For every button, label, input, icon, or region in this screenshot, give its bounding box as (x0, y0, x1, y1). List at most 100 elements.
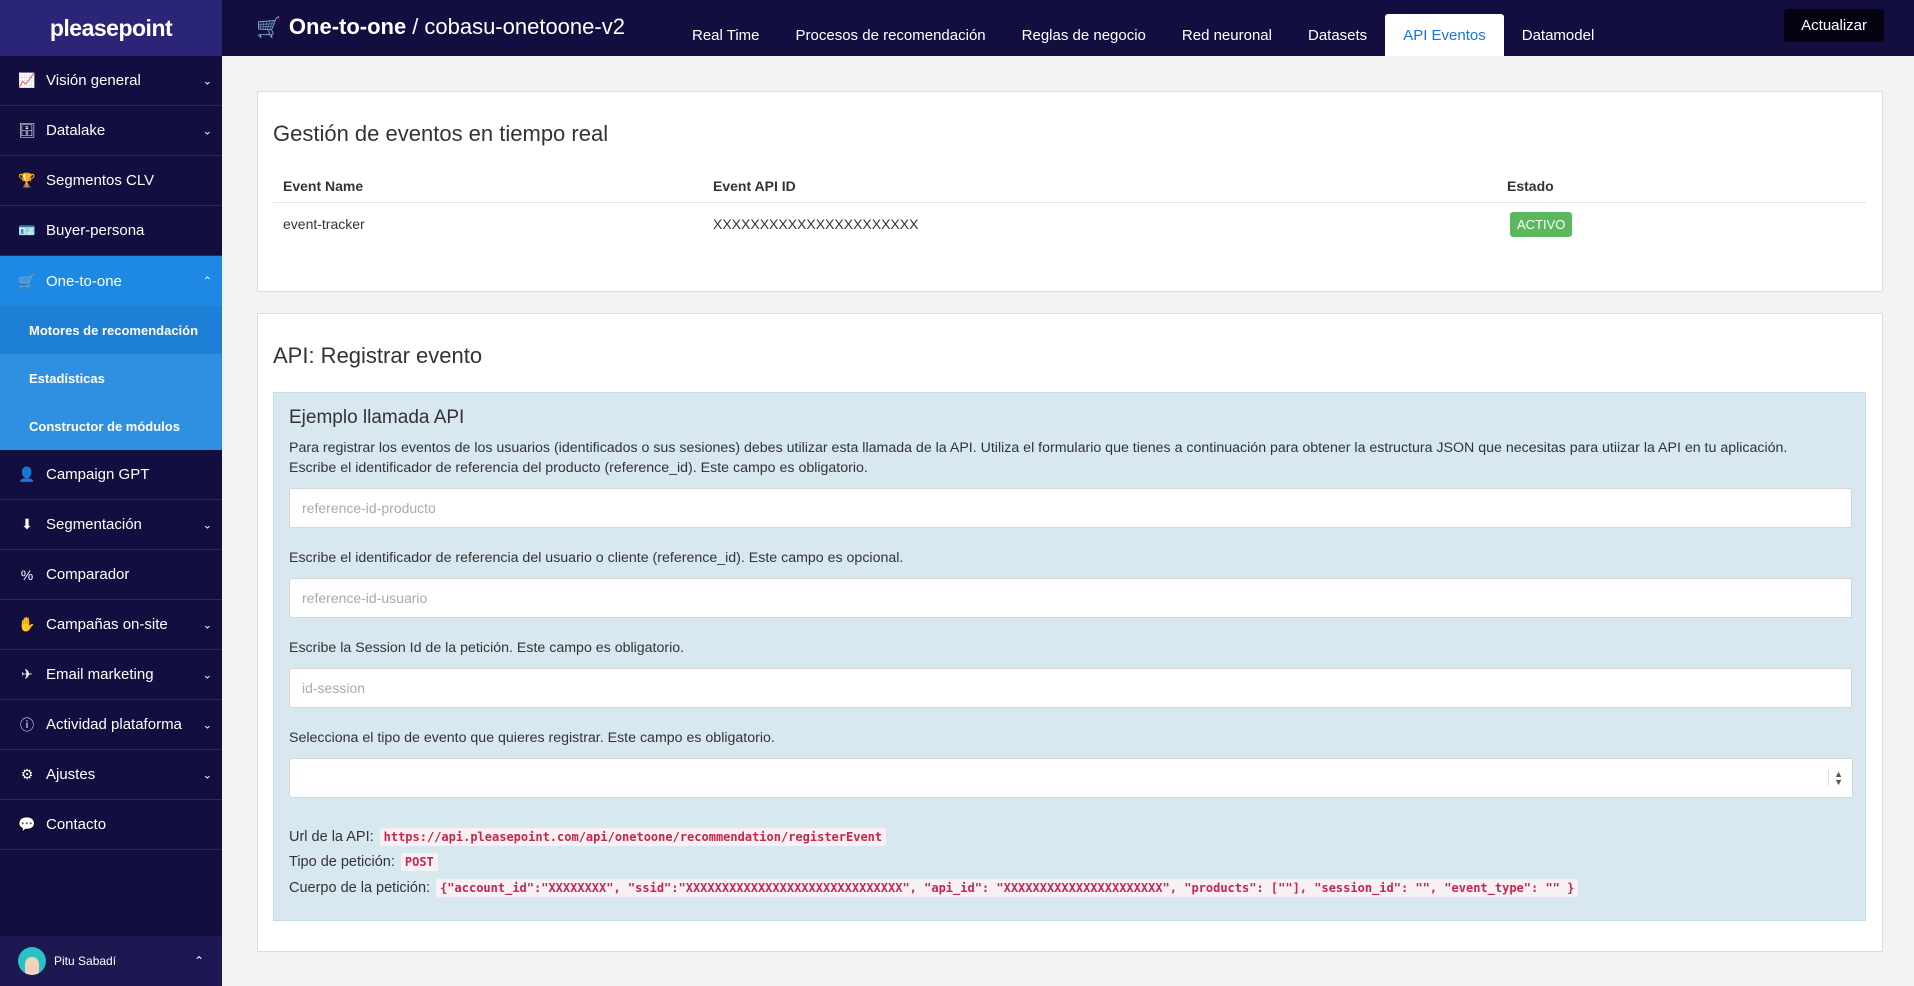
title-separator: / (412, 14, 419, 39)
page-title-project: cobasu-onetoone-v2 (424, 14, 625, 39)
register-event-panel: API: Registrar evento Ejemplo llamada AP… (257, 313, 1883, 952)
sidebar-subitem-constructor[interactable]: Constructor de módulos (0, 402, 222, 450)
sidebar-item-datalake[interactable]: 🗄 Datalake ⌄ (0, 106, 222, 156)
sidebar-subitem-estadisticas[interactable]: Estadísticas (0, 354, 222, 402)
chevron-down-icon: ⌄ (202, 75, 212, 87)
column-header: Event API ID (703, 170, 1497, 203)
chat-icon: 💬 (18, 816, 36, 832)
trophy-icon: 🏆 (18, 172, 36, 188)
page-title: 🛒 One-to-one / cobasu-onetoone-v2 (256, 14, 625, 40)
sidebar-item-campanas-on-site[interactable]: ✋ Campañas on-site ⌄ (0, 600, 222, 650)
sidebar: pleasepoint 📈 Visión general ⌄ 🗄 Datalak… (0, 0, 222, 986)
api-body-label: Cuerpo de la petición: (289, 880, 431, 896)
select-arrows-icon: ▲ ▼ (1828, 770, 1843, 787)
sidebar-item-ajustes[interactable]: ⚙ Ajustes ⌄ (0, 750, 222, 800)
api-body-value: {"account_id":"XXXXXXXX", "ssid":"XXXXXX… (436, 879, 1579, 897)
user-field-label: Escribe el identificador de referencia d… (289, 550, 904, 566)
events-panel: Gestión de eventos en tiempo real Event … (257, 91, 1883, 292)
sidebar-item-buyer-persona[interactable]: 🪪 Buyer-persona (0, 206, 222, 256)
intro-text: Para registrar los eventos de los usuari… (289, 440, 1788, 456)
column-header: Estado (1497, 170, 1866, 203)
sidebar-item-label: Segmentación (46, 516, 142, 533)
chevron-down-icon: ⌄ (202, 125, 212, 137)
api-method-label: Tipo de petición: (289, 854, 395, 870)
sidebar-subitem-motores[interactable]: Motores de recomendación (0, 306, 222, 354)
tab-procesos[interactable]: Procesos de recomendación (778, 14, 1004, 56)
chevron-down-icon: ⌄ (202, 719, 212, 731)
hand-icon: ✋ (18, 616, 36, 632)
brand-logo[interactable]: pleasepoint (0, 0, 222, 56)
sidebar-item-label: Ajustes (46, 766, 96, 783)
tab-real-time[interactable]: Real Time (674, 14, 778, 56)
id-card-icon: 🪪 (18, 222, 36, 238)
sidebar-item-label: Segmentos CLV (46, 172, 155, 189)
sidebar-item-campaign-gpt[interactable]: 👤 Campaign GPT (0, 450, 222, 500)
sidebar-item-vision-general[interactable]: 📈 Visión general ⌄ (0, 56, 222, 106)
api-url-row: Url de la API: https://api.pleasepoint.c… (289, 828, 887, 846)
cart-icon: 🛒 (256, 16, 281, 39)
api-body-row: Cuerpo de la petición: {"account_id":"XX… (289, 879, 1579, 897)
user-icon: 👤 (18, 466, 36, 482)
tab-datamodel[interactable]: Datamodel (1504, 14, 1613, 56)
sidebar-item-label: Comparador (46, 566, 130, 583)
sidebar-item-label: One-to-one (46, 272, 122, 290)
api-method-value: POST (400, 853, 438, 871)
column-header: Event Name (273, 170, 703, 203)
database-icon: 🗄 (18, 122, 36, 138)
sidebar-item-email-marketing[interactable]: ✈ Email marketing ⌄ (0, 650, 222, 700)
sidebar-item-label: Campañas on-site (46, 616, 168, 633)
tab-datasets[interactable]: Datasets (1290, 14, 1385, 56)
chart-line-icon: 📈 (18, 72, 36, 88)
chevron-up-icon: ⌃ (202, 275, 212, 288)
tab-reglas[interactable]: Reglas de negocio (1004, 14, 1164, 56)
api-url-value: https://api.pleasepoint.com/api/onetoone… (379, 828, 887, 846)
avatar (18, 947, 46, 975)
event-api-id-cell: XXXXXXXXXXXXXXXXXXXXXX (713, 216, 919, 233)
download-icon: ⬇ (21, 516, 33, 532)
product-field-label: Escribe el identificador de referencia d… (289, 460, 868, 476)
status-cell: ACTIVO (1497, 202, 1866, 246)
events-panel-title: Gestión de eventos en tiempo real (273, 121, 609, 146)
api-url-label: Url de la API: (289, 829, 374, 845)
percent-icon: % (20, 566, 34, 583)
session-id-input[interactable]: id-session (289, 668, 1852, 708)
status-badge: ACTIVO (1510, 211, 1573, 237)
session-field-label: Escribe la Session Id de la petición. Es… (289, 640, 685, 656)
sidebar-item-comparador[interactable]: % Comparador (0, 550, 222, 600)
chevron-down-icon: ⌄ (202, 619, 212, 631)
tab-bar: Real Time Procesos de recomendación Regl… (674, 14, 1612, 56)
user-reference-input[interactable]: reference-id-usuario (289, 578, 1852, 618)
user-name: Pitu Sabadí (54, 954, 117, 968)
user-menu[interactable]: Pitu Sabadí ⌃ (0, 936, 222, 986)
product-reference-input[interactable]: reference-id-producto (289, 488, 1852, 528)
top-bar: 🛒 One-to-one / cobasu-onetoone-v2 Real T… (222, 0, 1914, 56)
events-table: Event Name Event API ID Estado event-tra… (273, 170, 1866, 246)
update-button[interactable]: Actualizar (1784, 9, 1884, 42)
register-panel-title: API: Registrar evento (273, 343, 483, 368)
chevron-down-icon: ⌄ (202, 519, 212, 531)
sidebar-item-segmentos-clv[interactable]: 🏆 Segmentos CLV (0, 156, 222, 206)
sidebar-item-one-to-one[interactable]: 🛒 One-to-one ⌃ (0, 256, 222, 306)
chevron-up-icon: ⌃ (193, 954, 204, 968)
sidebar-item-label: Buyer-persona (46, 222, 145, 239)
gear-icon: ⚙ (20, 766, 34, 782)
sidebar-item-label: Campaign GPT (46, 466, 150, 483)
tab-red-neuronal[interactable]: Red neuronal (1164, 14, 1290, 56)
event-type-label: Selecciona el tipo de evento que quieres… (289, 730, 775, 746)
sidebar-item-label: Visión general (46, 72, 141, 89)
chevron-down-icon: ⌄ (202, 769, 212, 781)
info-icon: ⓘ (20, 716, 34, 733)
page-title-module: One-to-one (288, 14, 407, 39)
sidebar-item-label: Contacto (46, 816, 107, 833)
sidebar-item-contacto[interactable]: 💬 Contacto (0, 800, 222, 850)
sidebar-item-actividad-plataforma[interactable]: ⓘ Actividad plataforma ⌄ (0, 700, 222, 750)
api-method-row: Tipo de petición: POST (289, 853, 438, 871)
api-example-box: Ejemplo llamada API Para registrar los e… (273, 392, 1866, 921)
sidebar-item-segmentacion[interactable]: ⬇ Segmentación ⌄ (0, 500, 222, 550)
cart-icon: 🛒 (18, 272, 36, 289)
chevron-down-icon: ⌄ (202, 669, 212, 681)
event-type-select[interactable]: ▲ ▼ (289, 758, 1853, 798)
table-row: event-tracker XXXXXXXXXXXXXXXXXXXXXX ACT… (273, 202, 1866, 246)
tab-api-eventos[interactable]: API Eventos (1385, 14, 1504, 56)
sidebar-item-label: Datalake (46, 122, 106, 139)
